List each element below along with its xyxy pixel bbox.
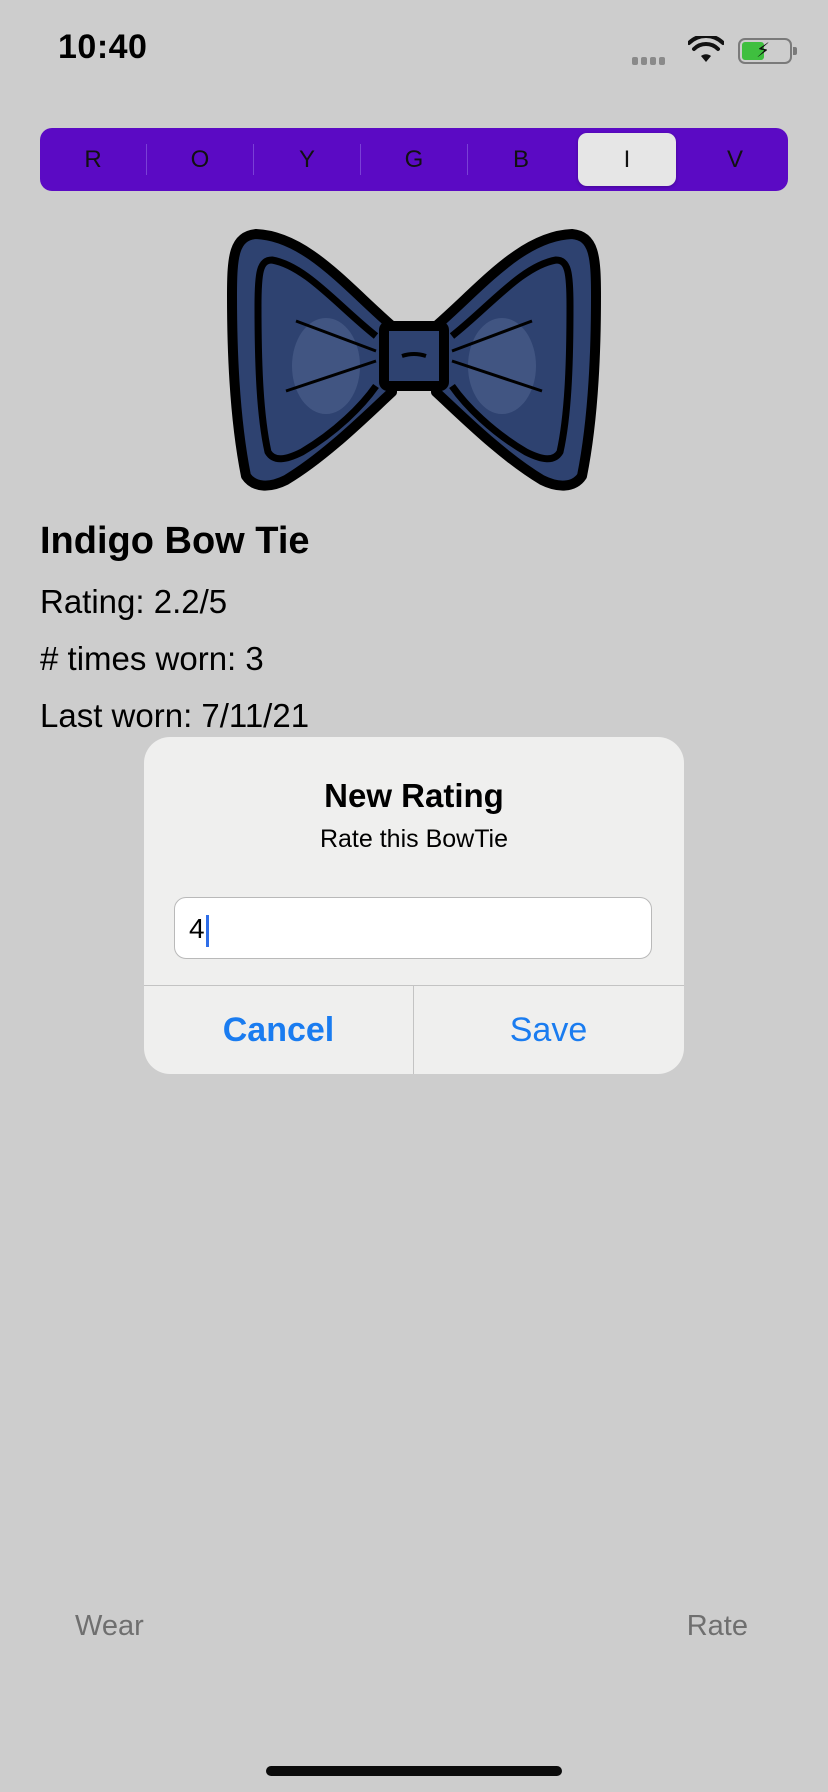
segment-i[interactable]: I xyxy=(578,133,676,186)
alert-message: Rate this BowTie xyxy=(319,825,509,853)
wear-button[interactable]: Wear xyxy=(75,1610,144,1643)
new-rating-alert: New Rating Rate this BowTie 4 Cancel Sav… xyxy=(144,737,684,1074)
cellular-signal-icon xyxy=(632,52,668,70)
color-segmented-control: R O Y G B I V xyxy=(40,128,788,191)
segment-r[interactable]: R xyxy=(40,128,146,191)
segment-b[interactable]: B xyxy=(468,128,574,191)
segment-g[interactable]: G xyxy=(361,128,467,191)
text-cursor xyxy=(205,914,209,947)
item-times-worn: # times worn: 3 xyxy=(40,640,264,677)
rating-input-value: 4 xyxy=(189,913,205,944)
segment-v[interactable]: V xyxy=(682,128,788,191)
battery-icon: ⚡ xyxy=(738,38,797,64)
segment-y[interactable]: Y xyxy=(254,128,360,191)
status-time: 10:40 xyxy=(58,28,148,66)
item-title: Indigo Bow Tie xyxy=(40,520,310,562)
status-icons: ⚡ xyxy=(632,34,797,70)
item-last-worn: Last worn: 7/11/21 xyxy=(40,697,310,734)
item-rating: Rating: 2.2/5 xyxy=(40,583,228,620)
segment-o[interactable]: O xyxy=(147,128,253,191)
alert-title: New Rating xyxy=(324,777,504,814)
wifi-icon xyxy=(688,36,724,62)
rate-button[interactable]: Rate xyxy=(687,1610,748,1643)
save-button[interactable]: Save xyxy=(414,986,683,1074)
bowtie-icon xyxy=(227,229,601,491)
rating-input[interactable]: 4 xyxy=(174,897,652,959)
home-indicator[interactable] xyxy=(266,1766,562,1776)
cancel-button[interactable]: Cancel xyxy=(144,986,413,1074)
